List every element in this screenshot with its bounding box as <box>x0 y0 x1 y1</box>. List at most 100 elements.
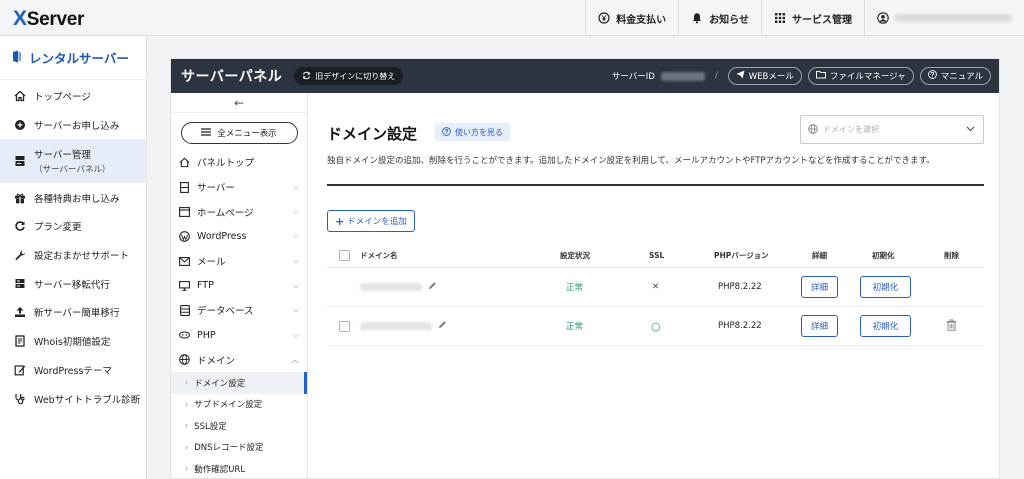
sidebar-item-server-apply[interactable]: サーバーお申し込み <box>0 111 146 140</box>
detail-button[interactable]: 詳細 <box>801 315 838 337</box>
file-manager-label: ファイルマネージャ <box>829 72 906 82</box>
collapse-menu-button[interactable]: ← <box>171 93 307 113</box>
reset-cell: 初期化 <box>860 307 911 345</box>
brand-logo[interactable]: XServer <box>13 7 84 31</box>
manual-button[interactable]: マニュアル <box>919 67 991 85</box>
reset-button[interactable]: 初期化 <box>860 315 911 337</box>
browser-icon <box>179 206 190 217</box>
hamburger-icon <box>201 127 212 139</box>
select-all-checkbox[interactable] <box>339 249 350 261</box>
menu-item-domain[interactable]: ドメイン ︿ <box>171 348 307 373</box>
submenu-item-dns[interactable]: › DNSレコード設定 <box>171 437 307 459</box>
file-manager-button[interactable]: ファイルマネージャ <box>807 67 914 85</box>
chevron-down-icon: ⌵ <box>292 305 299 315</box>
server-icon <box>179 181 190 193</box>
sidebar-item-setup-support[interactable]: 設定おまかせサポート <box>0 241 146 270</box>
webmail-button[interactable]: WEBメール <box>727 67 802 85</box>
submenu-item-label: サブドメイン設定 <box>194 400 263 411</box>
manual-label: マニュアル <box>940 72 983 82</box>
menu-item-label: メール <box>197 257 226 269</box>
submenu-item-domain-settings[interactable]: › ドメイン設定 <box>171 372 307 394</box>
chevron-right-icon: › <box>185 399 189 409</box>
sidebar-item-label: サーバー移転代行 <box>34 279 110 291</box>
help-circle-icon <box>927 70 937 82</box>
billing-link[interactable]: 料金支払い <box>585 0 678 36</box>
edit-icon <box>14 364 26 376</box>
menu-item-server[interactable]: サーバー ⌵ <box>171 175 307 200</box>
menu-item-homepage[interactable]: ホームページ ⌵ <box>171 199 307 224</box>
services-link[interactable]: サービス管理 <box>761 0 864 36</box>
send-icon <box>736 70 745 82</box>
menu-item-label: PHP <box>197 329 216 341</box>
globe-icon <box>179 354 190 366</box>
refresh-icon <box>14 220 26 232</box>
domain-name-cell <box>360 307 447 345</box>
menu-item-php[interactable]: PHP ⌵ <box>171 323 307 348</box>
sidebar-item-label: Whois初期値設定 <box>34 337 111 349</box>
arrow-left-icon: ← <box>233 95 245 110</box>
menu-item-label: サーバー <box>197 183 235 195</box>
reset-button[interactable]: 初期化 <box>860 276 911 298</box>
menu-item-panel-top[interactable]: パネルトップ <box>171 150 307 175</box>
row-checkbox[interactable] <box>339 320 350 332</box>
help-link[interactable]: 使い方を見る <box>435 123 510 141</box>
home-icon <box>14 90 26 102</box>
server-panel: サーバーパネル 旧デザインに切り替え サーバーID / WEBメール ファイルマ… <box>170 58 1000 479</box>
sidebar-item-label: 設定おまかせサポート <box>34 251 130 263</box>
submenu-item-label: 動作確認URL <box>194 464 246 475</box>
monitor-icon <box>179 280 190 291</box>
sidebar-item-plan-change[interactable]: プラン変更 <box>0 212 146 241</box>
menu-item-ftp[interactable]: FTP ⌵ <box>171 273 307 298</box>
notice-link[interactable]: お知らせ <box>678 0 761 36</box>
php-icon <box>179 331 190 339</box>
sidebar-item-server-transfer[interactable]: サーバー移転代行 <box>0 269 146 298</box>
submenu-item-test-url[interactable]: › 動作確認URL <box>171 458 307 479</box>
trash-icon[interactable] <box>946 319 957 334</box>
sidebar-item-easy-migration[interactable]: 新サーバー簡単移行 <box>0 298 146 327</box>
grid-icon <box>774 12 786 24</box>
table-row: 正常 ✕ PHP8.2.22 詳細 初期化 <box>327 268 984 307</box>
sidebar-item-benefits[interactable]: 各種特典お申し込み <box>0 183 146 212</box>
sidebar-title[interactable]: レンタルサーバー <box>0 36 146 80</box>
sidebar-item-top[interactable]: トップページ <box>0 82 146 111</box>
menu-item-label: パネルトップ <box>197 158 255 170</box>
sidebar-item-whois[interactable]: Whois初期値設定 <box>0 327 146 356</box>
sidebar-item-server-manage[interactable]: サーバー管理 （サーバーパネル） <box>0 139 146 184</box>
sidebar-item-wp-theme[interactable]: WordPressテーマ <box>0 356 146 385</box>
pencil-icon[interactable] <box>428 281 437 293</box>
chevron-down-icon: ⌵ <box>292 206 299 216</box>
server-id-label: サーバーID <box>611 72 655 82</box>
php-version: PHP8.2.22 <box>718 282 762 292</box>
sidebar-title-label: レンタルサーバー <box>29 51 129 66</box>
submenu-item-ssl[interactable]: › SSL設定 <box>171 415 307 437</box>
domain-select[interactable]: ドメインを選択 <box>800 115 984 144</box>
submenu-item-subdomain[interactable]: › サブドメイン設定 <box>171 394 307 416</box>
chevron-up-icon: ︿ <box>291 355 299 365</box>
menu-item-label: WordPress <box>197 230 247 242</box>
select-all-checkbox-cell <box>339 243 350 267</box>
chevron-right-icon: › <box>185 442 189 452</box>
notice-label: お知らせ <box>709 14 749 26</box>
add-domain-button[interactable]: + ドメインを追加 <box>327 210 415 232</box>
all-menu-button[interactable]: 全メニュー表示 <box>180 122 298 144</box>
pencil-icon[interactable] <box>438 320 447 332</box>
sidebar-item-label: 各種特典お申し込み <box>34 193 120 205</box>
menu-item-label: ホームページ <box>197 207 254 219</box>
top-bar: XServer 料金支払い お知らせ サービス管理 <box>0 0 1024 36</box>
sidebar-item-site-diagnosis[interactable]: Webサイトトラブル診断 <box>0 384 146 413</box>
detail-button[interactable]: 詳細 <box>801 276 838 298</box>
old-design-button[interactable]: 旧デザインに切り替え <box>294 67 404 85</box>
account-menu[interactable] <box>864 0 1024 36</box>
menu-item-database[interactable]: データベース ⌵ <box>171 298 307 323</box>
document-icon <box>14 335 26 347</box>
menu-item-wordpress[interactable]: WordPress ⌵ <box>171 224 307 249</box>
database-icon <box>179 305 190 316</box>
detail-cell: 詳細 <box>801 268 838 306</box>
chevron-down-icon: ⌵ <box>292 256 299 266</box>
status-text: 正常 <box>566 322 584 332</box>
domain-name-redacted <box>360 283 422 291</box>
menu-item-mail[interactable]: メール ⌵ <box>171 249 307 274</box>
col-domain: ドメイン名 <box>360 250 398 260</box>
sidebar-item-label: サーバーお申し込み <box>34 121 120 133</box>
col-status: 設定状況 <box>560 250 590 260</box>
